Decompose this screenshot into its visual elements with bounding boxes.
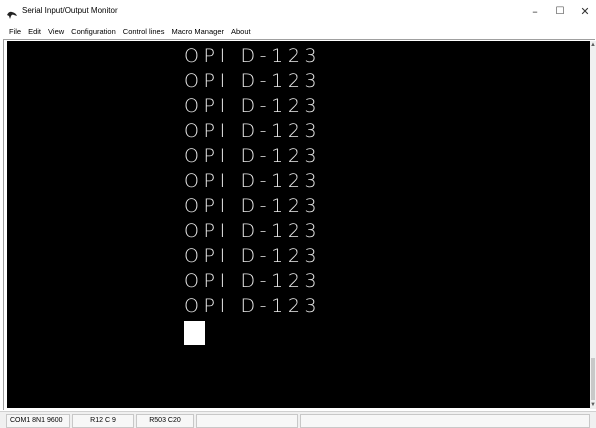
terminal-line: OPI D-123 — [184, 195, 322, 217]
terminal-line: OPI D-123 — [184, 120, 322, 142]
terminal-line: OPI D-123 — [184, 220, 322, 242]
window-title: Serial Input/Output Monitor — [22, 6, 118, 15]
menu-file[interactable]: File — [9, 27, 21, 36]
vertical-scrollbar[interactable]: ▲ ▼ — [590, 41, 596, 409]
app-icon — [6, 7, 18, 19]
terminal-line: OPI D-123 — [184, 170, 322, 192]
status-bar: COM1 8N1 9600 R12 C 9 R503 C20 — [0, 411, 596, 428]
status-empty-1 — [196, 414, 298, 428]
scroll-down-arrow-icon[interactable]: ▼ — [590, 401, 596, 409]
terminal-line: OPI D-123 — [184, 270, 322, 292]
terminal-line: OPI D-123 — [184, 295, 322, 317]
maximize-button[interactable]: ☐ — [549, 3, 571, 21]
menu-bar: File Edit View Configuration Control lin… — [0, 24, 596, 39]
menu-about[interactable]: About — [231, 27, 251, 36]
terminal-line: OPI D-123 — [184, 245, 322, 267]
status-buffer: R503 C20 — [136, 414, 194, 428]
terminal-line: OPI D-123 — [184, 45, 322, 67]
menu-view[interactable]: View — [48, 27, 64, 36]
status-cursor-position: R12 C 9 — [72, 414, 134, 428]
terminal-line: OPI D-123 — [184, 70, 322, 92]
menu-control-lines[interactable]: Control lines — [123, 27, 165, 36]
menu-configuration[interactable]: Configuration — [71, 27, 116, 36]
minimize-button[interactable]: – — [524, 3, 546, 21]
close-button[interactable]: ✕ — [574, 3, 596, 21]
menu-macro-manager[interactable]: Macro Manager — [171, 27, 224, 36]
menu-edit[interactable]: Edit — [28, 27, 41, 36]
terminal-line: OPI D-123 — [184, 95, 322, 117]
status-port: COM1 8N1 9600 — [6, 414, 70, 428]
terminal-output[interactable]: OPI D-123 OPI D-123 OPI D-123 OPI D-123 … — [7, 41, 590, 408]
scroll-up-arrow-icon[interactable]: ▲ — [590, 41, 596, 49]
title-bar: Serial Input/Output Monitor – ☐ ✕ — [0, 0, 596, 24]
status-empty-2 — [300, 414, 590, 428]
scroll-thumb[interactable] — [591, 358, 595, 400]
terminal-line: OPI D-123 — [184, 145, 322, 167]
terminal-cursor — [184, 321, 205, 345]
